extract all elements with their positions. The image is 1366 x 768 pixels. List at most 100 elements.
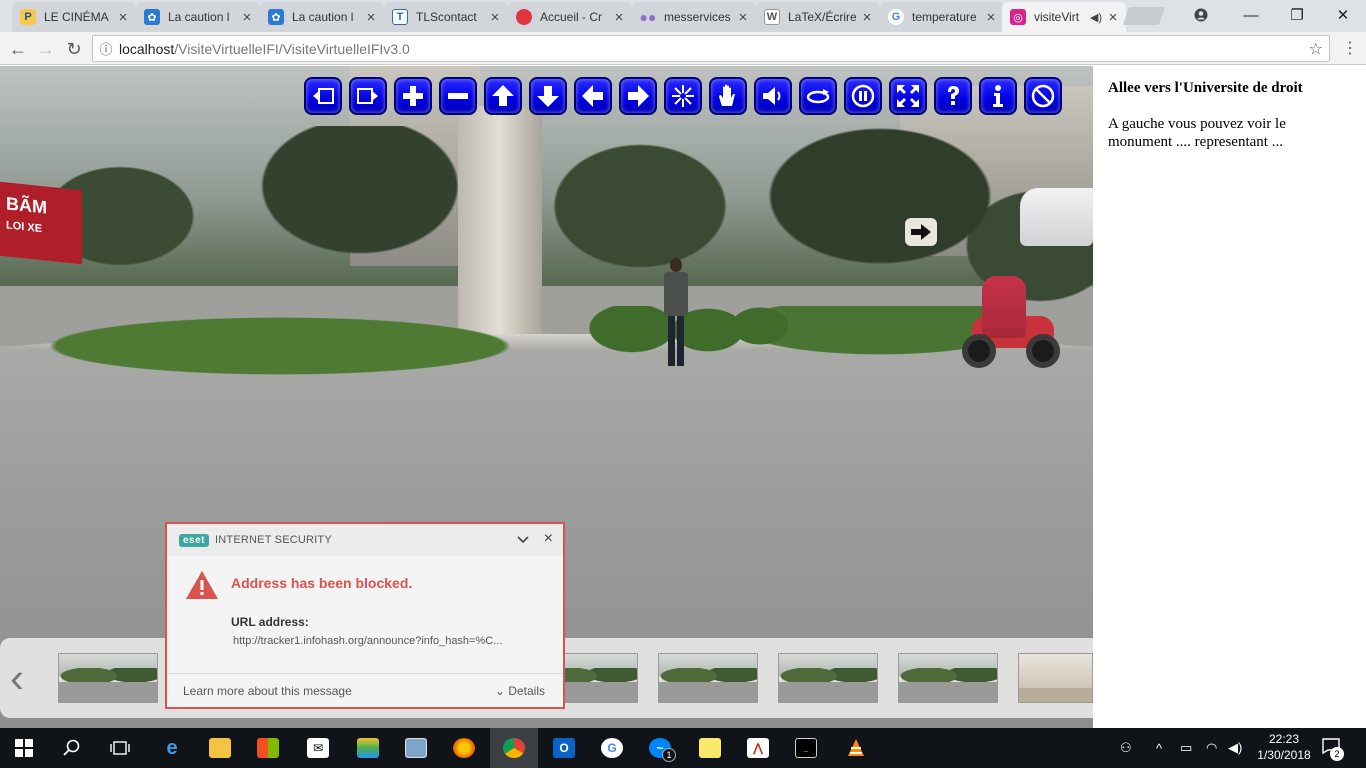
acrobat-icon[interactable]: ⋀: [734, 728, 782, 768]
messenger-icon[interactable]: ~ 1: [636, 728, 684, 768]
tab-visitevirt[interactable]: ◎ visiteVirt ◀) ×: [1002, 2, 1126, 32]
file-explorer-icon[interactable]: [196, 728, 244, 768]
tab-title: La caution l: [168, 10, 230, 24]
red-circle-icon: [516, 9, 532, 25]
details-label: Details: [508, 684, 545, 698]
help-icon[interactable]: [934, 77, 972, 115]
tab-accueil[interactable]: Accueil - Cr ×: [508, 2, 632, 32]
tab-la-caution-1[interactable]: ✿ La caution l ×: [136, 2, 260, 32]
battery-icon[interactable]: ▭: [1180, 728, 1192, 768]
menu-icon[interactable]: ⋮: [1342, 38, 1358, 58]
chevron-left-icon[interactable]: ‹: [10, 657, 34, 700]
back-button[interactable]: ←: [4, 35, 32, 63]
tab-la-caution-2[interactable]: ✿ La caution l ×: [260, 2, 384, 32]
tab-latex[interactable]: W LaTeX/Écrire ×: [756, 2, 880, 32]
sound-icon[interactable]: [754, 77, 792, 115]
close-icon[interactable]: ×: [488, 9, 502, 26]
firefox-icon[interactable]: [440, 728, 488, 768]
panel-title: Allee vers l'Universite de droit: [1108, 80, 1303, 96]
reload-button[interactable]: ↻: [60, 35, 88, 63]
tab-messervices[interactable]: ●● messervices ×: [632, 2, 756, 32]
terminal-icon[interactable]: _: [782, 728, 830, 768]
browser-tab-strip: P LE CINÉMA × ✿ La caution l × ✿ La caut…: [0, 0, 1366, 32]
hand-icon[interactable]: [709, 77, 747, 115]
pause-icon[interactable]: [844, 77, 882, 115]
p-app-icon: P: [20, 9, 36, 25]
prev-view-icon[interactable]: [304, 77, 342, 115]
chevron-up-icon[interactable]: ^: [1156, 728, 1162, 768]
maximize-button[interactable]: ❐: [1274, 0, 1320, 30]
navigation-arrow-hotspot[interactable]: [905, 218, 937, 246]
close-icon[interactable]: ×: [612, 9, 626, 26]
tls-icon: T: [392, 9, 408, 25]
chrome-icon[interactable]: [490, 728, 538, 768]
zoom-out-icon[interactable]: [439, 77, 477, 115]
info-icon[interactable]: [979, 77, 1017, 115]
info-icon[interactable]: ⓘ: [93, 39, 119, 58]
close-icon[interactable]: ×: [364, 9, 378, 26]
tab-temperature[interactable]: G temperature ×: [880, 2, 1004, 32]
close-icon[interactable]: ×: [736, 9, 750, 26]
url-path: /VisiteVirtuelleIFI/VisiteVirtuelleIFIv3…: [174, 40, 410, 57]
tab-le-cinema[interactable]: P LE CINÉMA ×: [12, 2, 136, 32]
wifi-icon[interactable]: ◠: [1206, 728, 1217, 768]
tab-title: LE CINÉMA: [44, 10, 109, 24]
eset-logo: eset: [179, 533, 210, 547]
arrow-left-icon[interactable]: [574, 77, 612, 115]
thumbnail[interactable]: [778, 653, 878, 703]
bookmark-star-icon[interactable]: ☆: [1309, 39, 1323, 59]
thumbnail[interactable]: [898, 653, 998, 703]
vlc-icon[interactable]: [832, 728, 880, 768]
close-icon[interactable]: ×: [544, 530, 553, 548]
new-tab-button[interactable]: [1122, 7, 1166, 25]
thumbnail[interactable]: [58, 653, 158, 703]
details-button[interactable]: ⌄ Details: [495, 684, 545, 698]
thumbnail[interactable]: [1018, 653, 1093, 703]
thumbnail[interactable]: [658, 653, 758, 703]
windows-taskbar: e ✉ O G ~ 1 ⋀ _ ⚇ ^ ▭ ◠ ◀) 22:23 1/30/20…: [0, 728, 1366, 768]
outlook-icon[interactable]: O: [540, 728, 588, 768]
window-close-button[interactable]: ✕: [1320, 0, 1366, 30]
chevron-down-icon[interactable]: [517, 532, 529, 547]
notification-count: 2: [1330, 747, 1344, 761]
warning-icon: [185, 570, 219, 600]
close-icon[interactable]: ×: [984, 9, 998, 26]
close-icon[interactable]: ×: [116, 9, 130, 26]
tab-tlscontact[interactable]: T TLScontact ×: [384, 2, 508, 32]
mail-icon[interactable]: ✉: [294, 728, 342, 768]
rotate-icon[interactable]: [799, 77, 837, 115]
close-icon[interactable]: ×: [860, 9, 874, 26]
forward-button[interactable]: →: [32, 35, 60, 63]
zoom-in-icon[interactable]: [394, 77, 432, 115]
autorotate-icon[interactable]: [664, 77, 702, 115]
sticky-notes-icon[interactable]: [686, 728, 734, 768]
people-icon[interactable]: ⚇: [1120, 728, 1132, 768]
photos-icon[interactable]: [392, 728, 440, 768]
arrow-right-icon[interactable]: [619, 77, 657, 115]
close-icon[interactable]: ×: [240, 9, 254, 26]
arrow-up-icon[interactable]: [484, 77, 522, 115]
search-icon[interactable]: [48, 728, 96, 768]
close-icon[interactable]: ×: [1106, 9, 1120, 26]
hide-icon[interactable]: [1024, 77, 1062, 115]
system-clock[interactable]: 22:23 1/30/2018: [1254, 731, 1314, 763]
google-icon: G: [888, 9, 904, 25]
minimize-button[interactable]: —: [1228, 0, 1274, 30]
task-view-icon[interactable]: [96, 728, 144, 768]
speaker-icon[interactable]: ◀): [1090, 11, 1102, 24]
volume-icon[interactable]: ◀): [1228, 728, 1242, 768]
google-app-icon[interactable]: G: [588, 728, 636, 768]
address-bar[interactable]: ⓘ localhost /VisiteVirtuelleIFI/VisiteVi…: [92, 35, 1330, 62]
puzzle-icon: ✿: [144, 9, 160, 25]
bluestacks-icon[interactable]: [344, 728, 392, 768]
fullscreen-icon[interactable]: [889, 77, 927, 115]
eset-blocked-url: http://tracker1.infohash.org/announce?in…: [233, 635, 503, 647]
edge-icon[interactable]: e: [148, 728, 196, 768]
learn-more-link[interactable]: Learn more about this message: [183, 684, 352, 698]
profile-icon[interactable]: [1178, 0, 1224, 30]
next-view-icon[interactable]: [349, 77, 387, 115]
store-icon[interactable]: [244, 728, 292, 768]
start-button[interactable]: [0, 728, 48, 768]
tab-title: messervices: [664, 10, 731, 24]
arrow-down-icon[interactable]: [529, 77, 567, 115]
